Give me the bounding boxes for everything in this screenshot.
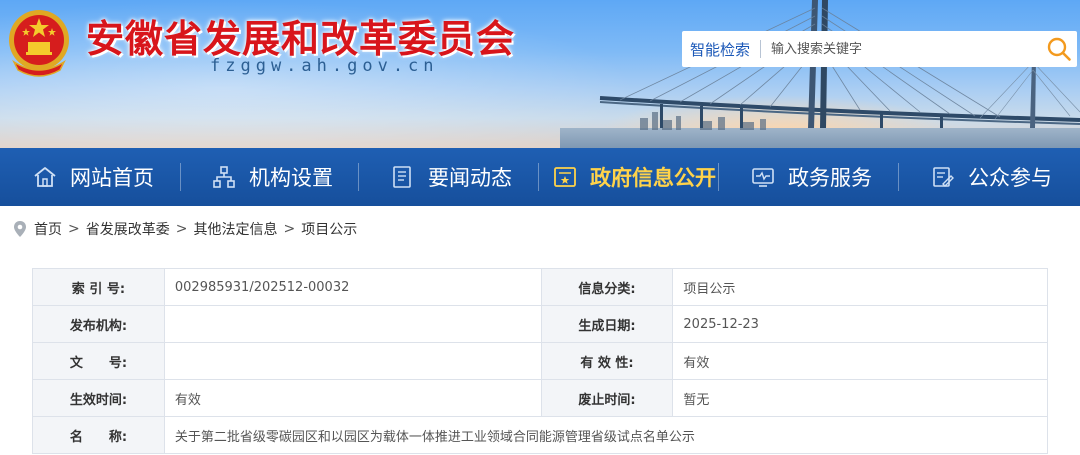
publisher-label: 发布机构:	[32, 305, 165, 343]
title-value: 关于第二批省级零碳园区和以园区为载体一体推进工业领域合同能源管理省级试点名单公示	[163, 416, 1049, 454]
breadcrumb-separator: >	[68, 221, 80, 237]
service-monitor-icon	[752, 168, 774, 187]
nav-divider	[538, 163, 539, 191]
search-input[interactable]	[771, 34, 1041, 64]
nav-item-home[interactable]: 网站首页	[32, 148, 154, 206]
info-category-label: 信息分类:	[540, 268, 674, 306]
site-title[interactable]: 安徽省发展和改革委员会	[86, 8, 515, 63]
table-row: 索 引 号: 002985931/202512-00032 信息分类: 项目公示	[32, 268, 1048, 306]
effective-time-label: 生效时间:	[32, 379, 165, 417]
nav-label: 网站首页	[70, 166, 154, 190]
document-number-label: 文 号:	[32, 342, 165, 380]
nav-divider	[718, 163, 719, 191]
table-row: 发布机构: 生成日期: 2025-12-23	[32, 305, 1048, 343]
smart-search-label[interactable]: 智能检索	[682, 39, 758, 60]
breadcrumb-separator: >	[283, 221, 296, 237]
validity-label: 有 效 性:	[540, 342, 674, 380]
nav-label: 政府信息公开	[590, 166, 716, 190]
nav-item-organization[interactable]: 机构设置	[211, 148, 333, 206]
breadcrumb-commission[interactable]: 省发展改革委	[86, 219, 170, 239]
nav-divider	[180, 163, 181, 191]
effective-time-value: 有效	[163, 379, 542, 417]
national-emblem-icon	[9, 10, 69, 77]
nav-label: 要闻动态	[428, 166, 512, 190]
nav-label: 机构设置	[249, 166, 333, 190]
title-label: 名 称:	[32, 416, 165, 454]
validity-value: 有效	[672, 342, 1048, 380]
site-domain: fzggw.ah.gov.cn	[210, 56, 439, 76]
participation-icon	[933, 167, 954, 187]
created-date-value: 2025-12-23	[672, 305, 1048, 343]
news-icon	[393, 166, 411, 188]
nav-item-gov-services[interactable]: 政务服务	[750, 148, 872, 206]
nav-item-public-participation[interactable]: 公众参与	[930, 148, 1052, 206]
breadcrumb-statutory-info[interactable]: 其他法定信息	[193, 219, 277, 239]
nav-divider	[898, 163, 899, 191]
org-chart-icon	[213, 166, 235, 188]
index-number-value: 002985931/202512-00032	[163, 268, 542, 306]
breadcrumb-project-notice[interactable]: 项目公示	[301, 219, 357, 239]
repeal-time-value: 暂无	[672, 379, 1048, 417]
created-date-label: 生成日期:	[540, 305, 674, 343]
location-pin-icon	[14, 221, 26, 237]
document-info-table: 索 引 号: 002985931/202512-00032 信息分类: 项目公示…	[32, 268, 1049, 454]
breadcrumb-separator: >	[175, 221, 188, 237]
nav-item-info-disclosure[interactable]: 政府信息公开	[552, 148, 716, 206]
nav-item-news[interactable]: 要闻动态	[390, 148, 512, 206]
search-icon	[1047, 37, 1071, 61]
table-row: 文 号: 有 效 性: 有效	[32, 342, 1048, 380]
breadcrumb-home[interactable]: 首页	[34, 219, 62, 239]
search-box: 智能检索	[682, 31, 1077, 67]
table-row: 生效时间: 有效 废止时间: 暂无	[32, 379, 1048, 417]
header-banner: 安徽省发展和改革委员会 fzggw.ah.gov.cn 智能检索	[0, 0, 1080, 148]
publisher-value	[163, 305, 542, 343]
search-divider	[760, 40, 761, 58]
breadcrumb: 首页 > 省发展改革委 > 其他法定信息 > 项目公示	[12, 218, 357, 240]
table-row: 名 称: 关于第二批省级零碳园区和以园区为载体一体推进工业领域合同能源管理省级试…	[32, 416, 1049, 454]
repeal-time-label: 废止时间:	[540, 379, 674, 417]
search-button[interactable]	[1041, 31, 1077, 67]
info-public-icon	[554, 167, 576, 187]
nav-label: 公众参与	[968, 166, 1052, 190]
nav-divider	[358, 163, 359, 191]
main-nav: 网站首页 机构设置 要闻动态 政府信息公开 政务服务 公众参与	[0, 148, 1080, 206]
index-number-label: 索 引 号:	[32, 268, 165, 306]
home-icon	[34, 167, 56, 187]
info-category-value: 项目公示	[672, 268, 1048, 306]
nav-label: 政务服务	[788, 166, 872, 190]
document-number-value	[163, 342, 542, 380]
